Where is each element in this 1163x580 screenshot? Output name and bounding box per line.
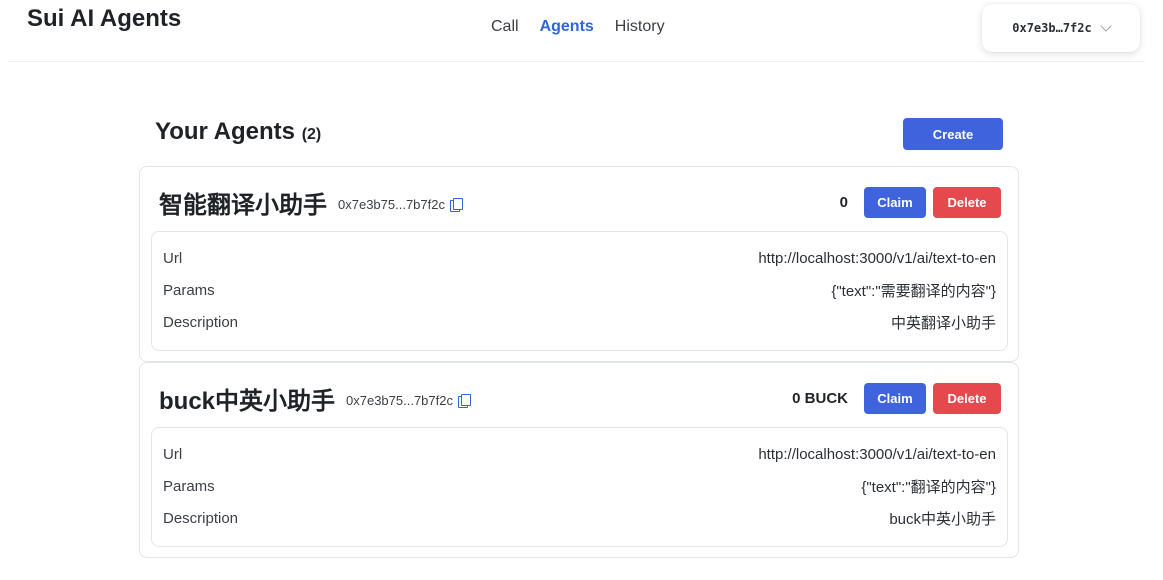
detail-value: http://localhost:3000/v1/ai/text-to-en bbox=[758, 249, 996, 267]
agent-name: 智能翻译小助手 bbox=[159, 192, 327, 219]
top-bar: Sui AI Agents Call Agents History 0x7e3b… bbox=[8, 0, 1145, 62]
agent-address: 0x7e3b75...7b7f2c bbox=[338, 197, 463, 212]
detail-value: {"text":"翻译的内容"} bbox=[861, 478, 996, 496]
copy-icon[interactable] bbox=[457, 394, 471, 408]
detail-label: Url bbox=[163, 445, 183, 463]
detail-value: buck中英小助手 bbox=[889, 510, 996, 528]
nav-agents[interactable]: Agents bbox=[540, 18, 594, 36]
agent-card: buck中英小助手 0x7e3b75...7b7f2c 0 BUCK Claim… bbox=[139, 362, 1019, 558]
detail-row-description: Description 中英翻译小助手 bbox=[163, 312, 996, 332]
agent-details: Url http://localhost:3000/v1/ai/text-to-… bbox=[151, 427, 1008, 547]
detail-row-url: Url http://localhost:3000/v1/ai/text-to-… bbox=[163, 248, 996, 268]
delete-button[interactable]: Delete bbox=[933, 383, 1001, 414]
detail-label: Description bbox=[163, 509, 239, 527]
detail-row-params: Params {"text":"翻译的内容"} bbox=[163, 476, 996, 496]
claim-button[interactable]: Claim bbox=[864, 187, 926, 218]
detail-label: Url bbox=[163, 249, 183, 267]
agent-card: 智能翻译小助手 0x7e3b75...7b7f2c 0 Claim Delete… bbox=[139, 166, 1019, 362]
nav-call[interactable]: Call bbox=[491, 18, 519, 36]
detail-row-url: Url http://localhost:3000/v1/ai/text-to-… bbox=[163, 444, 996, 464]
detail-value: 中英翻译小助手 bbox=[890, 314, 996, 332]
agent-address-text: 0x7e3b75...7b7f2c bbox=[338, 197, 445, 212]
create-button[interactable]: Create bbox=[903, 118, 1003, 150]
wallet-address: 0x7e3b…7f2c bbox=[1012, 21, 1092, 35]
agent-details: Url http://localhost:3000/v1/ai/text-to-… bbox=[151, 231, 1008, 351]
detail-value: http://localhost:3000/v1/ai/text-to-en bbox=[758, 445, 996, 463]
main-nav: Call Agents History bbox=[491, 18, 665, 36]
chevron-down-icon bbox=[1100, 20, 1112, 32]
agent-count: (2) bbox=[301, 126, 322, 143]
page-title: Your Agents (2) bbox=[155, 118, 321, 146]
copy-icon[interactable] bbox=[449, 198, 463, 212]
detail-row-params: Params {"text":"需要翻译的内容"} bbox=[163, 280, 996, 300]
claim-button[interactable]: Claim bbox=[864, 383, 926, 414]
detail-label: Description bbox=[163, 313, 239, 331]
detail-label: Params bbox=[163, 281, 215, 299]
detail-row-description: Description buck中英小助手 bbox=[163, 508, 996, 528]
agent-address-text: 0x7e3b75...7b7f2c bbox=[346, 393, 453, 408]
agent-balance: 0 BUCK bbox=[792, 390, 848, 407]
detail-label: Params bbox=[163, 477, 215, 495]
agent-name: buck中英小助手 bbox=[159, 388, 336, 415]
wallet-button[interactable]: 0x7e3b…7f2c bbox=[982, 4, 1140, 52]
delete-button[interactable]: Delete bbox=[933, 187, 1001, 218]
nav-history[interactable]: History bbox=[615, 18, 665, 36]
page-title-text: Your Agents bbox=[155, 118, 296, 145]
app-title: Sui AI Agents bbox=[27, 5, 182, 32]
agent-address: 0x7e3b75...7b7f2c bbox=[346, 393, 471, 408]
agent-balance: 0 bbox=[839, 194, 848, 211]
detail-value: {"text":"需要翻译的内容"} bbox=[831, 282, 996, 300]
